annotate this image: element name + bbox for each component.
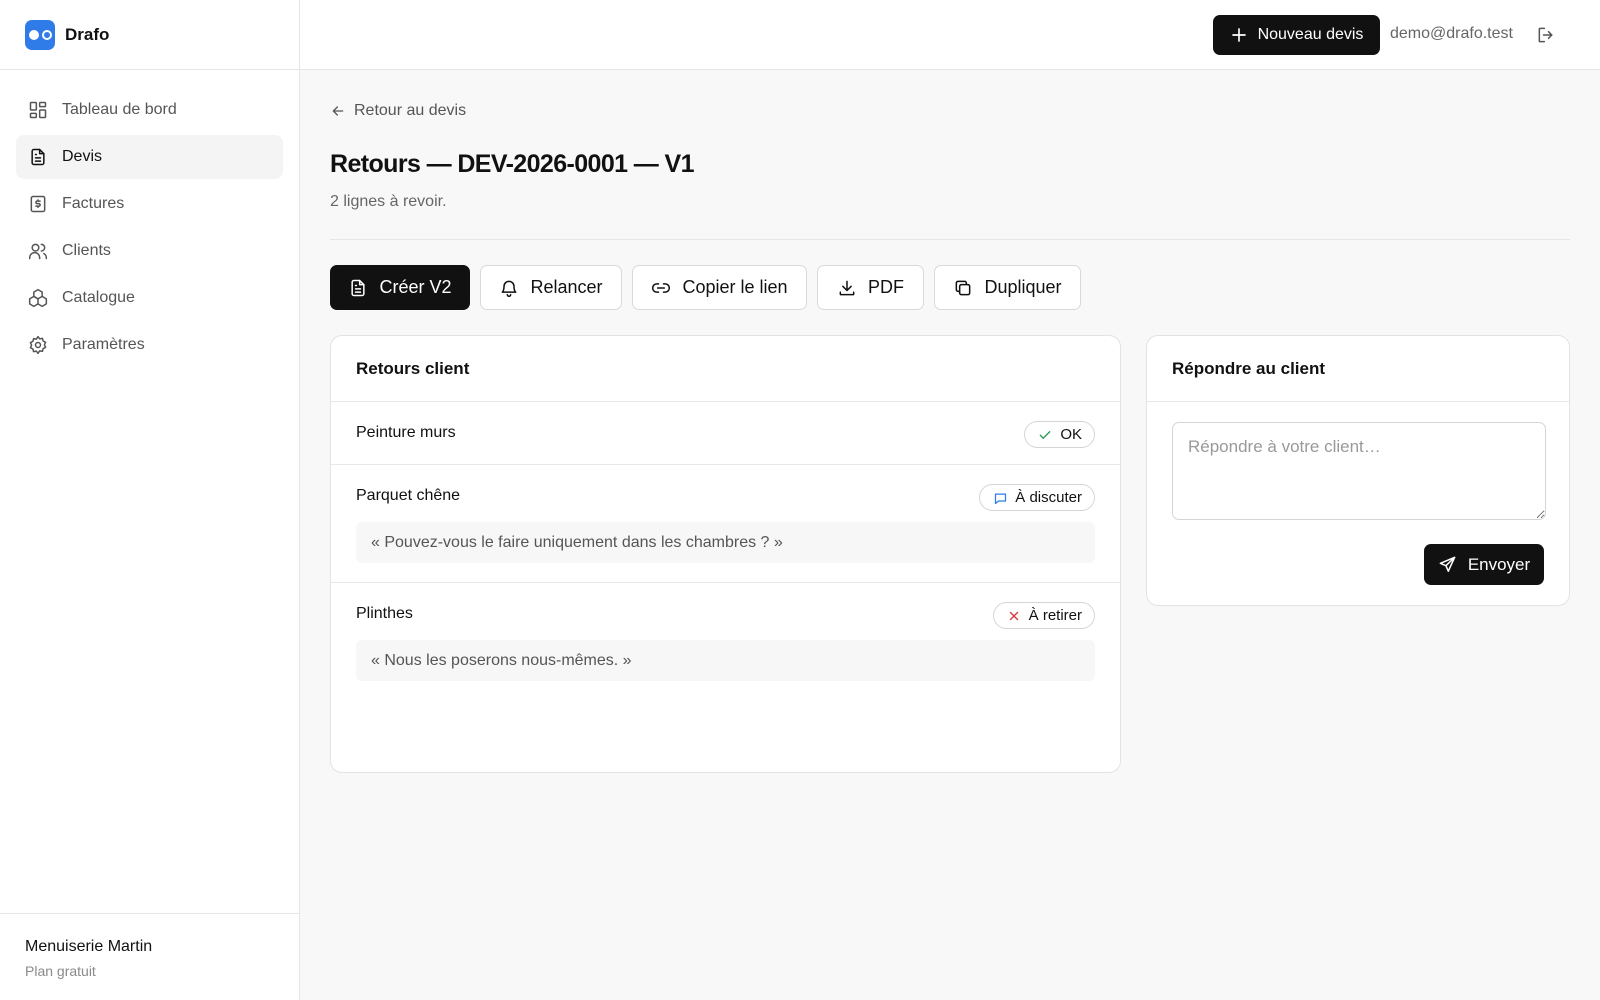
pdf-button[interactable]: PDF [817, 265, 924, 310]
dashboard-icon [28, 100, 48, 120]
document-icon [348, 278, 368, 298]
client-comment: « Pouvez-vous le faire uniquement dans l… [356, 522, 1095, 563]
sidebar-item-label: Devis [62, 148, 103, 165]
back-to-quote-link[interactable]: Retour au devis [330, 102, 466, 120]
copy-link-button[interactable]: Copier le lien [632, 265, 807, 310]
organization-plan: Plan gratuit [25, 963, 96, 979]
copy-link-label: Copier le lien [682, 277, 788, 297]
pdf-label: PDF [868, 277, 904, 297]
line-item-name: Plinthes [356, 605, 413, 622]
invoice-icon [28, 194, 48, 214]
message-icon [993, 491, 1007, 505]
card-title: Retours client [331, 336, 1120, 402]
sidebar-item-invoices[interactable]: Factures [16, 182, 283, 226]
back-label: Retour au devis [354, 102, 467, 119]
sidebar-item-settings[interactable]: Paramètres [16, 323, 283, 367]
new-quote-button[interactable]: Nouveau devis [1213, 15, 1380, 55]
client-comment: « Nous les poserons nous-mêmes. » [356, 640, 1095, 681]
catalog-icon [28, 288, 48, 308]
brand-name: Drafo [65, 24, 110, 44]
remind-label: Relancer [530, 277, 603, 297]
page-subtitle: 2 lignes à revoir. [330, 193, 447, 210]
sidebar-item-catalog[interactable]: Catalogue [16, 276, 283, 320]
send-button[interactable]: Envoyer [1424, 544, 1544, 585]
download-icon [837, 278, 857, 298]
sidebar-item-label: Paramètres [62, 336, 145, 353]
document-icon [28, 147, 48, 167]
sidebar-item-label: Clients [62, 242, 111, 259]
create-v2-button[interactable]: Créer V2 [330, 265, 470, 310]
check-icon [1038, 428, 1052, 442]
reply-body: Envoyer [1147, 402, 1569, 605]
sidebar-item-quotes[interactable]: Devis [16, 135, 283, 179]
card-title: Répondre au client [1147, 336, 1569, 402]
sidebar: Drafo Tableau de bord Devis Factures Cli… [0, 0, 300, 1000]
sidebar-item-clients[interactable]: Clients [16, 229, 283, 273]
sidebar-item-label: Tableau de bord [62, 101, 177, 118]
send-label: Envoyer [1467, 554, 1531, 574]
organization-name: Menuiserie Martin [25, 938, 153, 955]
brand[interactable]: Drafo [0, 0, 299, 70]
duplicate-button[interactable]: Dupliquer [934, 265, 1081, 310]
new-quote-label: Nouveau devis [1257, 26, 1364, 43]
organization-info: Menuiserie Martin Plan gratuit [0, 913, 299, 1000]
sidebar-nav: Tableau de bord Devis Factures Clients C… [0, 70, 299, 367]
drafo-logo-icon [25, 19, 55, 50]
client-feedback-card: Retours client Peinture murs OK Parquet … [330, 335, 1121, 773]
status-badge: OK [1024, 421, 1095, 448]
sidebar-item-label: Catalogue [62, 289, 135, 306]
status-label: À discuter [1015, 489, 1082, 506]
page-title: Retours — DEV-2026-0001 — V1 [330, 150, 695, 178]
gear-icon [28, 335, 48, 355]
close-icon [1007, 609, 1021, 623]
remind-button[interactable]: Relancer [480, 265, 622, 310]
feedback-row: Parquet chêne À discuter « Pouvez-vous l… [331, 465, 1120, 583]
sidebar-item-dashboard[interactable]: Tableau de bord [16, 88, 283, 132]
status-label: OK [1060, 426, 1082, 443]
logout-icon[interactable] [1536, 25, 1556, 45]
action-bar: Créer V2 Relancer Copier le lien PDF Dup… [330, 265, 1081, 310]
send-icon [1438, 555, 1457, 574]
arrow-left-icon [330, 103, 346, 119]
create-v2-label: Créer V2 [379, 277, 452, 297]
sidebar-item-label: Factures [62, 195, 125, 212]
user-email: demo@drafo.test [1390, 25, 1513, 42]
line-item-name: Parquet chêne [356, 487, 461, 504]
topbar: Nouveau devis demo@drafo.test [300, 0, 1600, 70]
users-icon [28, 241, 48, 261]
status-badge: À retirer [992, 602, 1095, 629]
copy-icon [953, 278, 973, 298]
duplicate-label: Dupliquer [984, 277, 1062, 297]
plus-icon [1230, 26, 1248, 44]
line-item-name: Peinture murs [356, 424, 456, 441]
reply-card: Répondre au client Envoyer [1146, 335, 1570, 606]
reply-textarea[interactable] [1172, 422, 1546, 520]
feedback-row: Peinture murs OK [331, 402, 1120, 465]
bell-icon [499, 278, 519, 298]
status-badge: À discuter [979, 484, 1095, 511]
link-icon [651, 278, 671, 298]
status-label: À retirer [1028, 607, 1082, 624]
divider [330, 239, 1570, 240]
feedback-row: Plinthes À retirer « Nous les poserons n… [331, 583, 1120, 701]
